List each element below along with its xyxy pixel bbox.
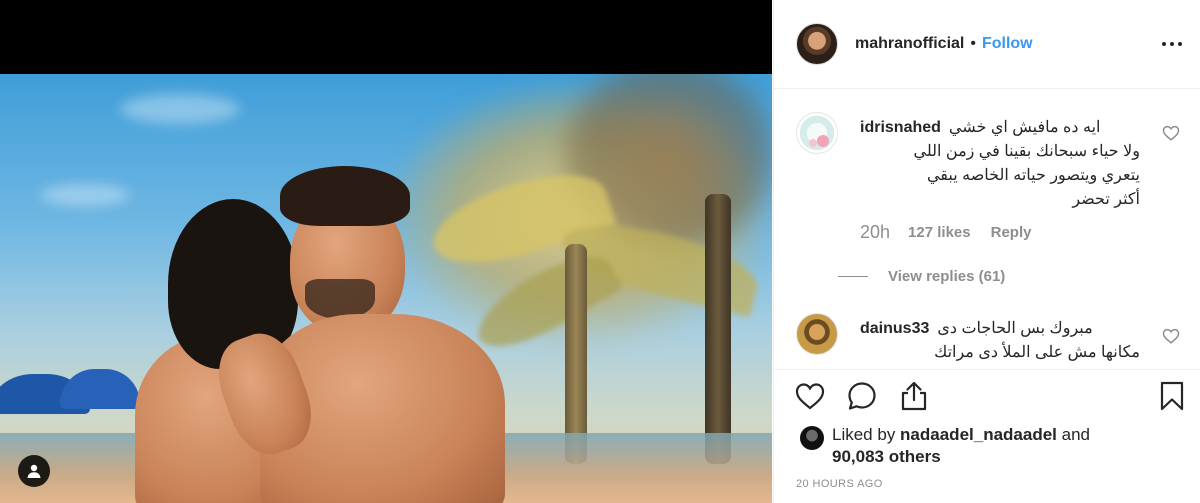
author-username[interactable]: mahranofficial: [855, 35, 964, 53]
view-replies-button[interactable]: View replies (61): [838, 268, 1005, 285]
liker-avatar[interactable]: [800, 426, 824, 450]
likes-middle: and: [1056, 425, 1090, 444]
comment-text-line: ولا حياء سبحانك بقينا في زمن اللي: [913, 143, 1140, 160]
comment-like-heart-icon[interactable]: [1162, 124, 1180, 142]
post-actions-bar: [774, 369, 1200, 421]
comment-icon[interactable]: [846, 380, 878, 412]
comment-time[interactable]: 20h: [860, 222, 890, 243]
man-beard: [305, 279, 375, 319]
follow-button[interactable]: Follow: [982, 35, 1033, 53]
comments-list[interactable]: idrisnahed ايه ده مافيش اي خشي ولا حياء …: [774, 90, 1200, 368]
comment-likes[interactable]: 127 likes: [908, 224, 971, 243]
comment-text-line: ايه ده مافيش اي خشي: [948, 119, 1101, 136]
comment-text-line: يتعري ويتصور حياته الخاصه يبقي: [926, 167, 1140, 184]
likes-count[interactable]: 90,083 others: [832, 447, 941, 466]
comment-text-line: أكثر تحضر: [1072, 191, 1140, 208]
user-tag-icon: [27, 464, 41, 478]
comment-like-heart-icon[interactable]: [1162, 327, 1180, 345]
bookmark-icon[interactable]: [1156, 380, 1188, 412]
palm-trunk: [565, 244, 587, 464]
post-timestamp[interactable]: 20 HOURS AGO: [796, 478, 883, 490]
share-icon[interactable]: [898, 380, 930, 412]
likes-text: Liked by nadaadel_nadaadel and 90,083 ot…: [832, 424, 1172, 468]
comment-body: idrisnahed ايه ده مافيش اي خشي ولا حياء …: [860, 116, 1140, 212]
comment-text-line: مكانها مش على الملأ دى مراتك: [934, 344, 1140, 361]
likes-prefix: Liked by: [832, 425, 901, 444]
comment-username[interactable]: dainus33: [860, 317, 929, 341]
separator-dot: •: [970, 35, 976, 52]
post-photo[interactable]: [0, 74, 772, 503]
palm-trunk: [705, 194, 731, 464]
heart-icon[interactable]: [794, 380, 826, 412]
view-replies-label: View replies (61): [888, 268, 1006, 285]
user-tag-button[interactable]: [18, 455, 50, 487]
man-hair: [280, 166, 410, 226]
more-options-icon[interactable]: [1162, 36, 1186, 52]
liker-username[interactable]: nadaadel_nadaadel: [900, 425, 1057, 444]
comment-text-line: مبروك بس الحاجات دى: [937, 320, 1093, 337]
sky-cloud: [40, 184, 130, 206]
comment-meta: 20h 127 likes Reply: [860, 222, 1031, 243]
comment-item: dainus33 مبروك بس الحاجات دى مكانها مش ع…: [796, 313, 1180, 368]
author-avatar[interactable]: [796, 23, 838, 65]
beach-umbrella: [60, 369, 140, 409]
comment-item: idrisnahed ايه ده مافيش اي خشي ولا حياء …: [796, 112, 1180, 282]
post-header: mahranofficial • Follow: [774, 0, 1200, 89]
sky-cloud: [120, 94, 240, 124]
comment-body: dainus33 مبروك بس الحاجات دى مكانها مش ع…: [860, 317, 1140, 365]
view-replies-line: [838, 276, 868, 277]
reply-button[interactable]: Reply: [991, 224, 1032, 243]
post-sidebar: mahranofficial • Follow idrisnahed ايه د…: [773, 0, 1200, 503]
post-media-pane: [0, 0, 772, 503]
commenter-avatar[interactable]: [796, 112, 838, 154]
comment-username[interactable]: idrisnahed: [860, 116, 941, 140]
commenter-avatar[interactable]: [796, 313, 838, 355]
